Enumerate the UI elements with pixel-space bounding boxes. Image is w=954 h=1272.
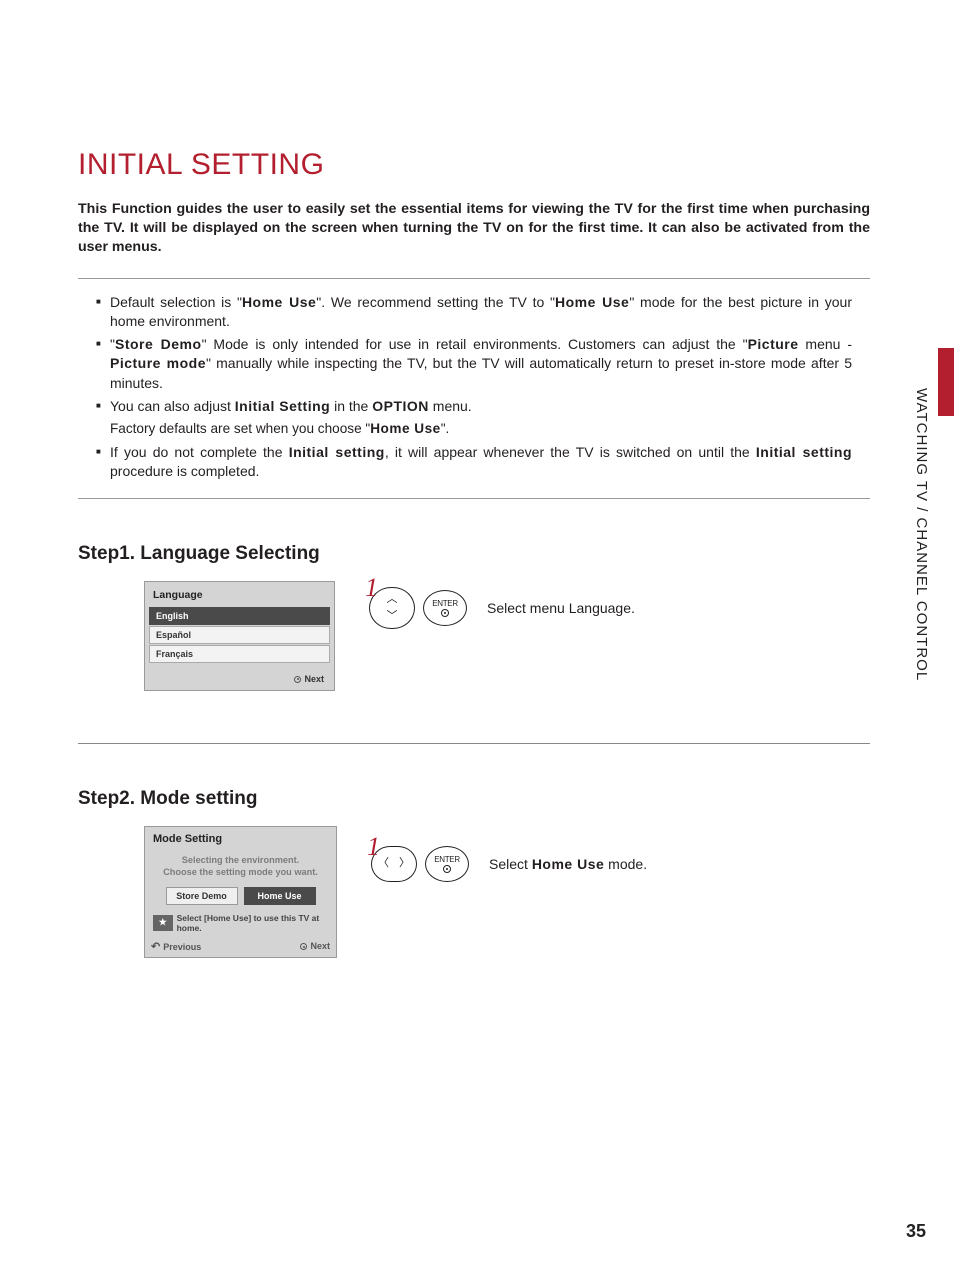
chevron-down-icon: ﹀ [387,611,398,622]
mode-osd-header: Mode Setting [145,827,336,849]
step1-instruction: 1 ︿ ﹀ ENTER Select menu Language. [369,581,635,629]
undo-icon: ↶ [151,940,160,953]
intro-paragraph: This Function guides the user to easily … [78,200,870,258]
mode-osd-desc: Selecting the environment. Choose the se… [145,849,336,881]
note-item: Default selection is "Home Use". We reco… [96,293,852,332]
previous-label: ↶Previous [151,940,201,953]
page-number: 35 [906,1221,926,1242]
page-content: INITIAL SETTING This Function guides the… [78,148,870,958]
language-osd-footer: Next [149,664,330,686]
enter-dot-icon [441,609,449,617]
note-subitem: Factory defaults are set when you choose… [96,420,852,439]
enter-dot-icon [443,865,451,873]
side-thumb-tab [938,348,954,416]
language-option-espanol[interactable]: Español [149,626,330,644]
chevron-up-icon: ︿ [387,594,398,605]
note-item: You can also adjust Initial Setting in t… [96,397,852,416]
language-osd-header: Language [149,586,330,606]
store-demo-button[interactable]: Store Demo [166,887,238,905]
note-box: Default selection is "Home Use". We reco… [78,278,870,499]
enter-indicator-icon [300,943,307,950]
mode-osd-footer: ↶Previous Next [145,937,336,957]
step2-instr-text: Select Home Use mode. [489,856,647,872]
language-option-francais[interactable]: Français [149,645,330,663]
step2-title: Step2. Mode setting [78,788,870,810]
remote-enter-icon: ENTER [423,590,467,626]
mode-tip: ★ Select [Home Use] to use this TV at ho… [145,913,336,937]
energy-star-icon: ★ [153,915,173,931]
step2-instruction: 1 〈 〉 ENTER Select Home Use mode. [371,826,647,882]
next-label: Next [300,941,330,951]
step-number: 1 [367,832,380,862]
step1-instr-text: Select menu Language. [487,600,635,616]
page-title: INITIAL SETTING [78,148,870,182]
step1-title: Step1. Language Selecting [78,543,870,565]
step2-row: Mode Setting Selecting the environment. … [78,826,870,958]
mode-osd: Mode Setting Selecting the environment. … [144,826,337,958]
step-number: 1 [365,573,378,603]
enter-indicator-icon [294,676,301,683]
mode-buttons: Store Demo Home Use [145,881,336,913]
language-osd: Language English Español Français Next [144,581,335,691]
section-side-label: WATCHING TV / CHANNEL CONTROL [913,388,930,681]
step1-row: Language English Español Français Next 1… [78,581,870,691]
note-item: "Store Demo" Mode is only intended for u… [96,335,852,393]
divider [78,743,870,744]
remote-enter-icon: ENTER [425,846,469,882]
language-option-english[interactable]: English [149,607,330,625]
note-item: If you do not complete the Initial setti… [96,443,852,482]
chevron-right-icon: 〉 [399,858,410,869]
home-use-button[interactable]: Home Use [244,887,316,905]
